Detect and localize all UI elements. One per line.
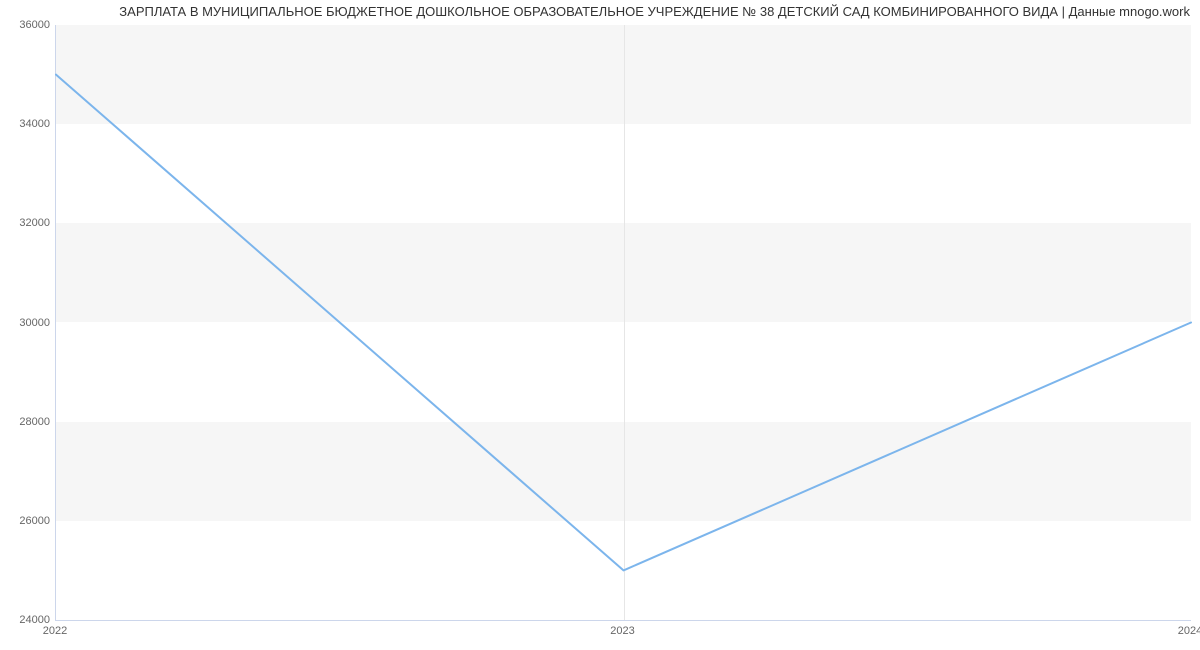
x-tick-label: 2022 <box>43 625 67 637</box>
y-tick-label: 32000 <box>5 217 50 229</box>
chart-container: ЗАРПЛАТА В МУНИЦИПАЛЬНОЕ БЮДЖЕТНОЕ ДОШКО… <box>0 0 1200 650</box>
y-tick-label: 34000 <box>5 118 50 130</box>
chart-title: ЗАРПЛАТА В МУНИЦИПАЛЬНОЕ БЮДЖЕТНОЕ ДОШКО… <box>119 4 1190 19</box>
y-tick-label: 30000 <box>5 317 50 329</box>
x-tick-label: 2024 <box>1178 625 1200 637</box>
plot-area <box>55 25 1191 621</box>
y-tick-label: 26000 <box>5 515 50 527</box>
line-series <box>56 25 1191 620</box>
y-tick-label: 36000 <box>5 19 50 31</box>
y-tick-label: 28000 <box>5 416 50 428</box>
series-path <box>56 75 1191 571</box>
x-tick-label: 2023 <box>610 625 634 637</box>
